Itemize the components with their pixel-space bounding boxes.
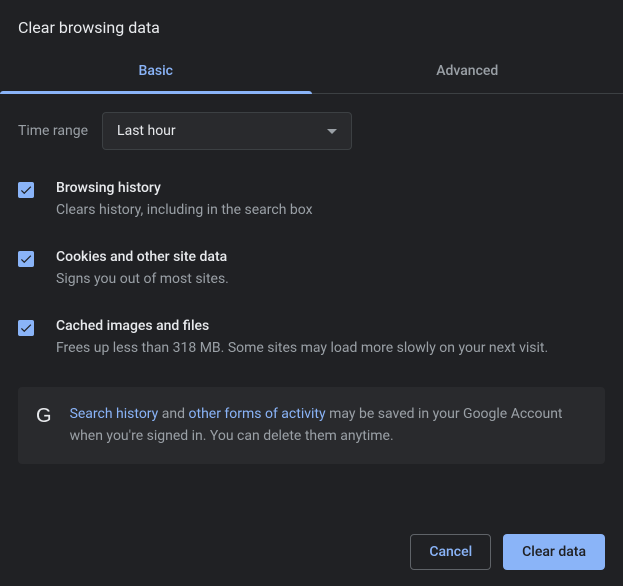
- time-range-value: Last hour: [117, 123, 176, 139]
- option-desc: Frees up less than 318 MB. Some sites ma…: [56, 338, 548, 359]
- option-desc: Clears history, including in the search …: [56, 200, 313, 221]
- google-icon: G: [36, 405, 52, 428]
- option-text: Browsing history Clears history, includi…: [56, 180, 313, 221]
- check-icon: [19, 321, 33, 335]
- option-text: Cached images and files Frees up less th…: [56, 318, 548, 359]
- option-title: Cookies and other site data: [56, 249, 229, 265]
- option-desc: Signs you out of most sites.: [56, 269, 229, 290]
- time-range-row: Time range Last hour: [18, 112, 605, 150]
- chevron-down-icon: [327, 129, 337, 134]
- clear-data-button[interactable]: Clear data: [503, 534, 605, 570]
- tab-advanced[interactable]: Advanced: [312, 51, 623, 93]
- dialog-content: Time range Last hour Browsing history Cl…: [0, 94, 623, 464]
- tab-basic[interactable]: Basic: [0, 51, 312, 93]
- tabs: Basic Advanced: [0, 51, 623, 94]
- dialog-title: Clear browsing data: [0, 0, 623, 51]
- option-cookies: Cookies and other site data Signs you ou…: [18, 249, 605, 290]
- checkbox-cookies[interactable]: [18, 251, 34, 267]
- info-text: Search history and other forms of activi…: [70, 403, 587, 448]
- link-other-activity[interactable]: other forms of activity: [189, 406, 326, 422]
- time-range-label: Time range: [18, 123, 88, 139]
- time-range-select[interactable]: Last hour: [102, 112, 352, 150]
- info-box: G Search history and other forms of acti…: [18, 387, 605, 464]
- option-cache: Cached images and files Frees up less th…: [18, 318, 605, 359]
- checkbox-browsing-history[interactable]: [18, 182, 34, 198]
- dialog-footer: Cancel Clear data: [0, 518, 623, 586]
- cancel-button[interactable]: Cancel: [410, 534, 491, 570]
- check-icon: [19, 183, 33, 197]
- info-text-part: and: [158, 406, 188, 422]
- check-icon: [19, 252, 33, 266]
- option-browsing-history: Browsing history Clears history, includi…: [18, 180, 605, 221]
- option-text: Cookies and other site data Signs you ou…: [56, 249, 229, 290]
- checkbox-cache[interactable]: [18, 320, 34, 336]
- option-title: Cached images and files: [56, 318, 548, 334]
- link-search-history[interactable]: Search history: [70, 406, 159, 422]
- option-title: Browsing history: [56, 180, 313, 196]
